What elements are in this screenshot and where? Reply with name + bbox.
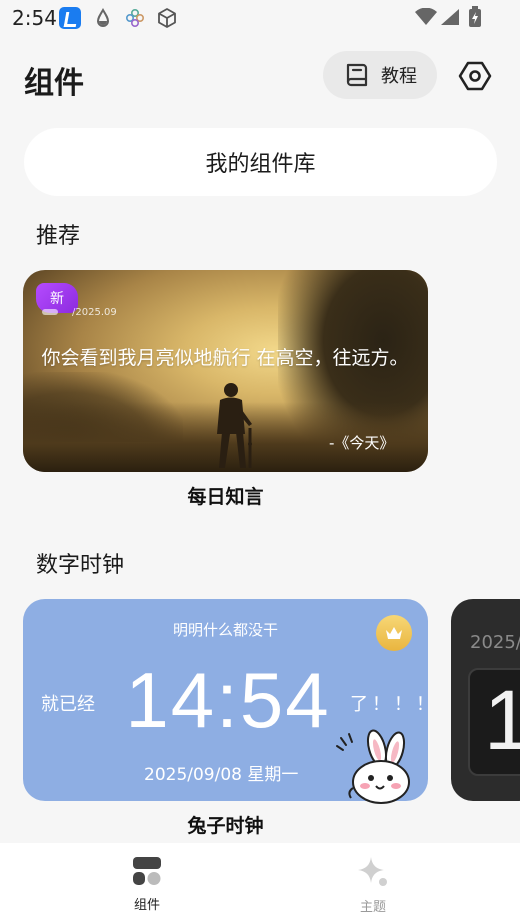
tutorial-label: 教程 bbox=[381, 66, 417, 87]
flip-clock-digit: 1 bbox=[484, 673, 520, 767]
crown-icon bbox=[386, 627, 402, 639]
status-time: 2:54 bbox=[12, 6, 57, 30]
settings-hexagon-icon[interactable] bbox=[457, 58, 493, 94]
clock-time: 14:54 bbox=[125, 656, 331, 744]
book-icon bbox=[346, 63, 368, 87]
walking-person-illustration bbox=[217, 383, 252, 468]
flower-notification-icon bbox=[125, 8, 145, 28]
rabbit-illustration bbox=[336, 729, 410, 804]
tutorial-button[interactable]: 教程 bbox=[323, 51, 437, 99]
widgets-icon bbox=[133, 857, 161, 885]
battery-icon bbox=[469, 6, 481, 27]
clock-top-text: 明明什么都没干 bbox=[172, 621, 278, 639]
status-bar: 2:54 bbox=[0, 0, 520, 36]
clock-suffix: 了！！！ bbox=[350, 694, 438, 715]
section-title-digital-clock: 数字时钟 bbox=[36, 553, 125, 578]
sparkle-icon bbox=[358, 857, 387, 886]
clock-date: 2025/09/08 星期一 bbox=[144, 765, 299, 785]
my-widget-library-button[interactable]: 我的组件库 bbox=[24, 128, 497, 196]
clock-prefix: 就已经 bbox=[41, 694, 95, 715]
bottom-navigation-bar bbox=[0, 843, 520, 924]
date-logo bbox=[42, 309, 58, 315]
rabbit-clock-caption: 兔子时钟 bbox=[187, 815, 264, 837]
quote-date: /2025.09 bbox=[72, 307, 117, 318]
section-title-recommended: 推荐 bbox=[36, 224, 81, 249]
cube-notification-icon bbox=[158, 8, 176, 28]
app-notification-icon bbox=[59, 7, 81, 29]
nav-tab-themes[interactable]: 主题 bbox=[333, 856, 413, 915]
droplet-notification-icon bbox=[96, 8, 110, 27]
page-title: 组件 bbox=[24, 66, 84, 101]
flip-clock-year: 2025/ bbox=[470, 632, 520, 653]
daily-quote-caption: 每日知言 bbox=[187, 486, 264, 508]
nav-label-widgets: 组件 bbox=[133, 898, 160, 913]
quote-source: -《今天》 bbox=[329, 434, 395, 452]
nav-label-themes: 主题 bbox=[359, 900, 386, 915]
nav-tab-widgets[interactable]: 组件 bbox=[107, 856, 187, 913]
wifi-icon bbox=[415, 8, 437, 25]
quote-text: 你会看到我月亮似地航行 在高空，往远方。 bbox=[41, 347, 409, 369]
cellular-signal-icon bbox=[441, 9, 459, 25]
crown-badge bbox=[376, 615, 412, 651]
